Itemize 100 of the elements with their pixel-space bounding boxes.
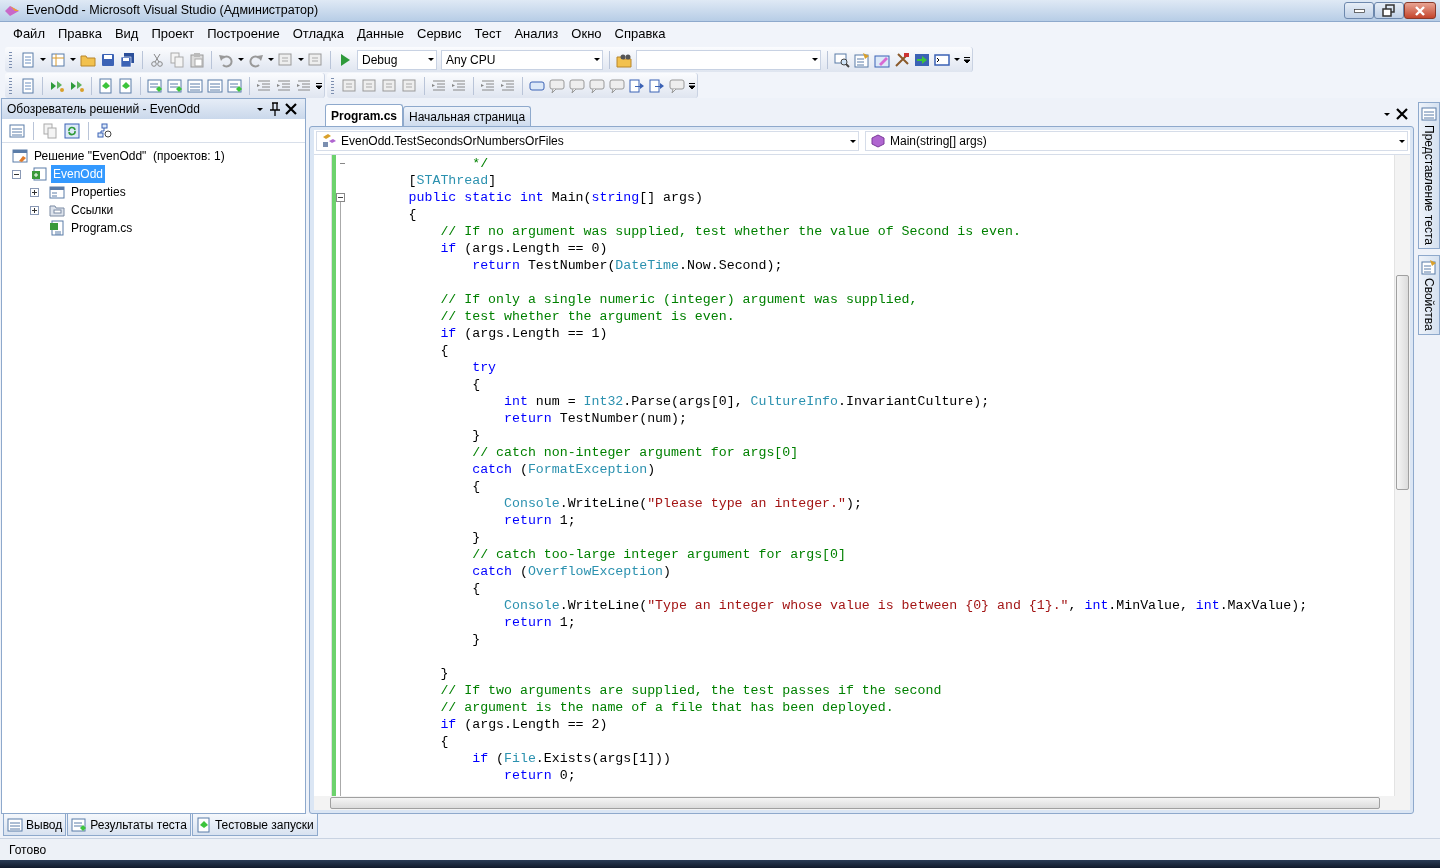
indent-icon[interactable]: [276, 77, 292, 94]
code-line: catch (FormatException): [471, 461, 657, 478]
pin-icon[interactable]: [267, 101, 283, 117]
code-line: public static int Main(string[] args): [407, 189, 704, 206]
overflow-icon[interactable]: [964, 56, 970, 63]
scissors-icon[interactable]: [149, 51, 165, 68]
overflow-icon[interactable]: [689, 82, 695, 89]
list-icon[interactable]: [207, 77, 223, 94]
file-tab[interactable]: Program.cs: [325, 104, 404, 126]
menu-item[interactable]: Построение: [202, 22, 288, 46]
list-icon[interactable]: [167, 77, 183, 94]
caret-icon[interactable]: [298, 58, 304, 61]
code-line: return TestNumber(DateTime.Now.Second);: [471, 257, 784, 274]
panel-title: Обозреватель решений - EvenOdd: [7, 101, 201, 118]
type-dropdown[interactable]: EvenOdd.TestSecondsOrNumbersOrFiles: [316, 131, 859, 151]
menu-item[interactable]: Данные: [352, 22, 412, 46]
indent-icon[interactable]: [431, 77, 447, 94]
code-line: {: [407, 206, 418, 223]
close-button[interactable]: [1404, 2, 1436, 19]
menu-item[interactable]: Файл: [8, 22, 53, 46]
panel-tab[interactable]: Тестовые запуски: [191, 814, 318, 836]
code-line: try: [471, 359, 498, 376]
tools-icon[interactable]: [894, 51, 910, 68]
menu-item[interactable]: Анализ: [509, 22, 567, 46]
caret-icon[interactable]: [238, 58, 244, 61]
side-tab[interactable]: Представление теста: [1418, 102, 1440, 249]
menu-item[interactable]: Вид: [109, 22, 147, 46]
arrow-icon[interactable]: [649, 77, 665, 94]
close-icon[interactable]: [283, 101, 299, 117]
tree-item[interactable]: Properties: [69, 183, 128, 201]
code-line: return TestNumber(num);: [503, 410, 688, 427]
refresh-icon[interactable]: [64, 122, 80, 139]
clipboard-icon[interactable]: [189, 51, 205, 68]
menu-item[interactable]: Справка: [609, 22, 674, 46]
code-line: int num = Int32.Parse(args[0], CultureInfo.InvariantCulture);: [503, 393, 991, 410]
code-line: if (args.Length == 0): [439, 240, 609, 257]
code-line: }: [471, 427, 482, 444]
folder-icon: [49, 202, 65, 218]
copy-icon[interactable]: [42, 122, 58, 139]
menu-item[interactable]: Отладка: [287, 22, 353, 46]
caret-icon[interactable]: [954, 58, 960, 61]
caret-icon[interactable]: [1384, 112, 1390, 116]
caret-icon[interactable]: [40, 58, 46, 61]
file-tab[interactable]: Начальная страница: [403, 106, 532, 126]
minimize-button[interactable]: [1344, 2, 1374, 19]
list-icon[interactable]: [9, 122, 25, 139]
document-icon[interactable]: [118, 77, 134, 94]
indent-icon[interactable]: [500, 77, 516, 94]
caret-icon[interactable]: [268, 58, 274, 61]
caret-icon[interactable]: [257, 107, 263, 111]
document-icon[interactable]: [20, 77, 36, 94]
class-icon: [321, 133, 337, 149]
list-icon[interactable]: [227, 77, 243, 94]
indent-icon[interactable]: [480, 77, 496, 94]
menu-item[interactable]: Окно: [566, 22, 610, 46]
code-line: // catch too-large integer argument for args[0]: [471, 546, 847, 563]
panel-tab[interactable]: Результаты теста: [67, 814, 191, 836]
collapse-icon[interactable]: [336, 193, 345, 202]
tree-item[interactable]: Ссылки: [69, 201, 116, 219]
vertical-scrollbar[interactable]: [1394, 155, 1410, 796]
side-tab[interactable]: Свойства: [1418, 254, 1440, 335]
close-icon[interactable]: [1394, 106, 1410, 122]
save-all-icon[interactable]: [120, 51, 136, 68]
speech-bubble-icon[interactable]: [589, 77, 605, 94]
expander-icon[interactable]: [30, 187, 39, 197]
member-dropdown[interactable]: Main(string[] args): [865, 131, 1408, 151]
caret-icon: [812, 58, 818, 61]
indent-icon[interactable]: [256, 77, 272, 94]
platform-dropdown[interactable]: Any CPU: [441, 49, 603, 70]
tree-item[interactable]: Program.cs: [69, 219, 135, 237]
horizontal-scrollbar[interactable]: [314, 796, 1410, 810]
list-icon[interactable]: [187, 77, 203, 94]
speech-bubble-icon[interactable]: [549, 77, 565, 94]
menu-item[interactable]: Сервис: [412, 22, 470, 46]
document-icon[interactable]: [98, 77, 114, 94]
menu-item[interactable]: Проект: [146, 22, 203, 46]
save-icon[interactable]: [100, 51, 116, 68]
console-icon[interactable]: [934, 51, 950, 68]
arrow-icon[interactable]: [629, 77, 645, 94]
caret-icon[interactable]: [70, 58, 76, 61]
diagram-icon[interactable]: [97, 122, 113, 139]
expander-icon[interactable]: [30, 205, 39, 215]
list-icon[interactable]: [147, 77, 163, 94]
restore-button[interactable]: [1374, 2, 1404, 19]
copy-icon[interactable]: [169, 51, 185, 68]
caret-icon: [594, 58, 600, 61]
list-icon: [7, 816, 23, 833]
menu-item[interactable]: Правка: [52, 22, 110, 46]
panel-tab[interactable]: Вывод: [3, 814, 67, 836]
menu-item[interactable]: Тест: [469, 22, 510, 46]
overflow-icon[interactable]: [316, 82, 322, 89]
speech-bubble-icon[interactable]: [569, 77, 585, 94]
tree-item[interactable]: Решение "EvenOdd" (проектов: 1): [32, 147, 227, 165]
code-line: {: [439, 733, 450, 750]
window-title: EvenOdd - Microsoft Visual Studio (Администратор): [26, 2, 320, 20]
expander-icon[interactable]: [12, 169, 21, 179]
configuration-dropdown[interactable]: Debug: [357, 49, 437, 70]
properties-icon: [1421, 258, 1437, 275]
search-icon[interactable]: [834, 51, 850, 68]
indent-icon[interactable]: [451, 77, 467, 94]
